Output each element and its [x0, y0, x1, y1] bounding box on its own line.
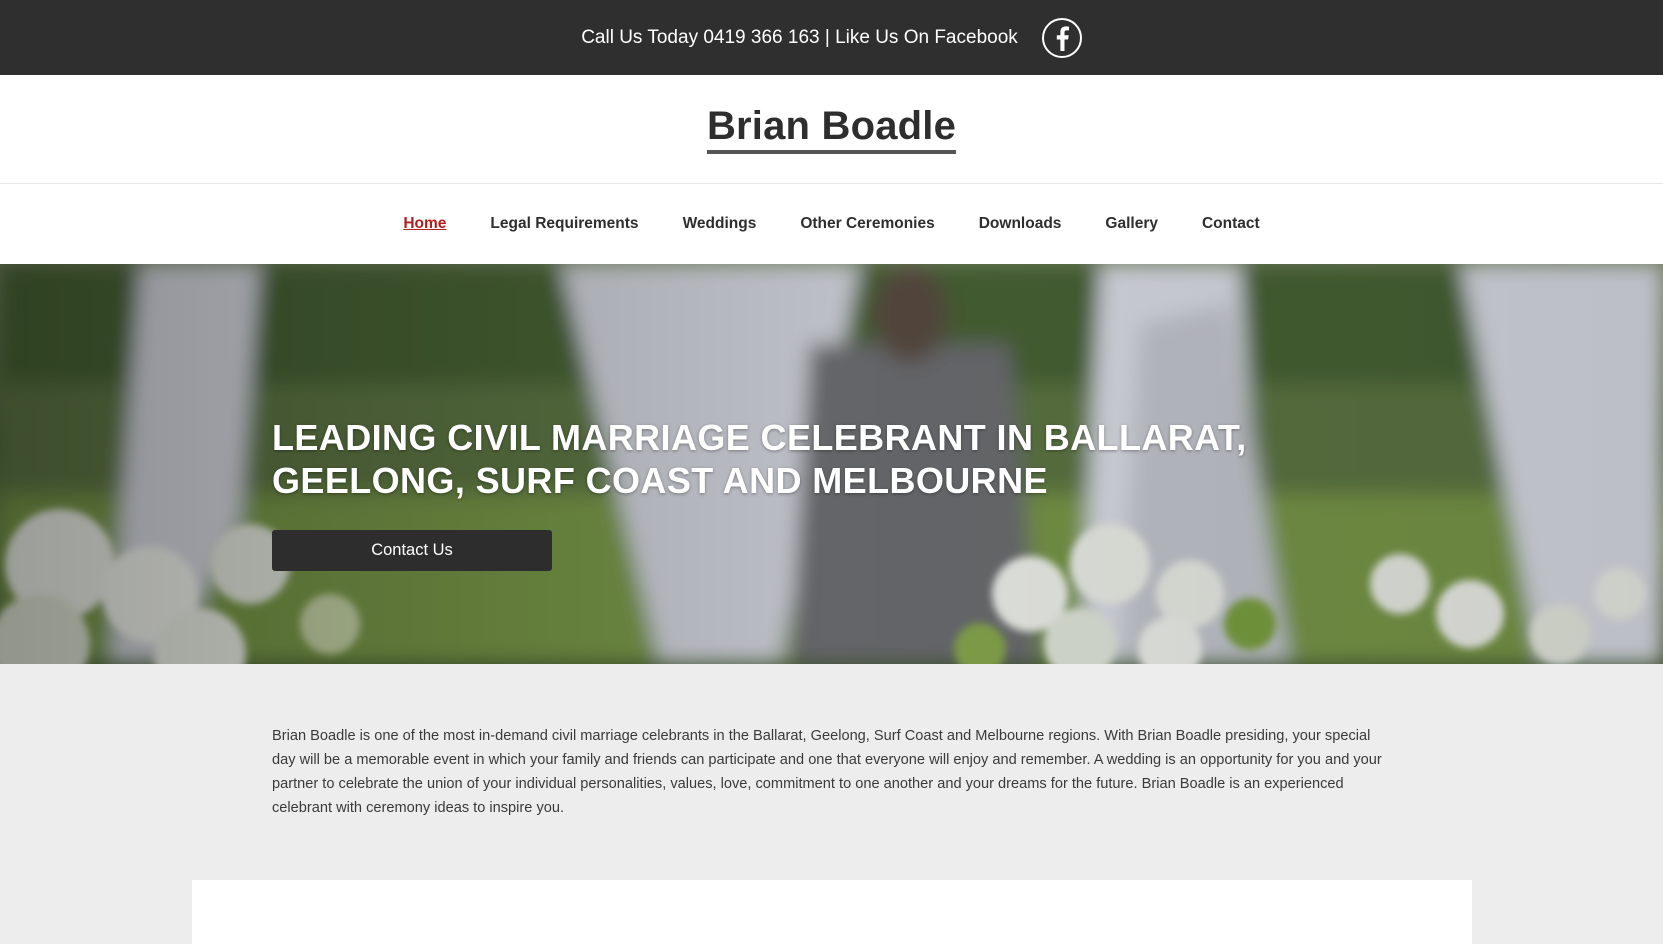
nav-item-downloads[interactable]: Downloads	[979, 215, 1062, 233]
intro-section: Brian Boadle is one of the most in-deman…	[0, 664, 1663, 876]
top-bar: Call Us Today 0419 366 163 | Like Us On …	[0, 0, 1663, 75]
site-header: Brian Boadle	[0, 75, 1663, 184]
nav-item-other-ceremonies[interactable]: Other Ceremonies	[800, 215, 934, 233]
contact-line[interactable]: Call Us Today 0419 366 163 | Like Us On …	[581, 27, 1018, 49]
site-logo[interactable]: Brian Boadle	[706, 104, 957, 154]
main-nav: Home Legal Requirements Weddings Other C…	[0, 184, 1663, 264]
hero-banner: LEADING CIVIL MARRIAGE CELEBRANT IN BALL…	[0, 264, 1663, 664]
nav-item-weddings[interactable]: Weddings	[683, 215, 757, 233]
nav-item-legal-requirements[interactable]: Legal Requirements	[490, 215, 638, 233]
facebook-icon[interactable]	[1041, 17, 1082, 58]
hero-title: LEADING CIVIL MARRIAGE CELEBRANT IN BALL…	[272, 417, 1247, 501]
nav-item-gallery[interactable]: Gallery	[1105, 215, 1158, 233]
intro-paragraph: Brian Boadle is one of the most in-deman…	[272, 728, 1382, 816]
contact-us-button[interactable]: Contact Us	[272, 530, 552, 571]
content-card	[192, 880, 1472, 944]
nav-item-contact[interactable]: Contact	[1202, 215, 1260, 233]
nav-item-home[interactable]: Home	[403, 215, 446, 233]
